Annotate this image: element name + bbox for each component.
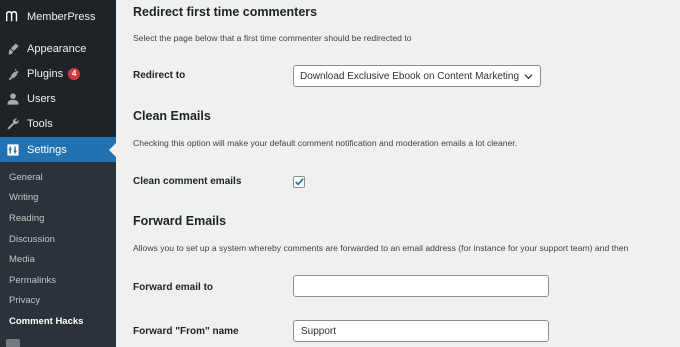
update-count-badge: 4 xyxy=(68,68,81,80)
submenu-item-reading[interactable]: Reading xyxy=(9,213,44,224)
sidebar-item-users[interactable]: Users xyxy=(0,87,116,111)
section-description-clean-emails: Checking this option will make your defa… xyxy=(133,138,518,148)
submenu-item-comment-hacks[interactable]: Comment Hacks xyxy=(9,316,83,327)
sidebar-item-tools[interactable]: Tools xyxy=(0,112,116,136)
section-title-forward-emails: Forward Emails xyxy=(133,214,227,228)
redirect-page-selected: Download Exclusive Ebook on Content Mark… xyxy=(300,70,520,82)
wrench-icon xyxy=(6,117,20,131)
clean-comment-emails-checkbox[interactable] xyxy=(293,176,305,188)
settings-submenu: General Writing Reading Discussion Media… xyxy=(0,162,116,347)
sidebar-item-label: Appearance xyxy=(27,43,87,55)
redirect-page-select[interactable]: Download Exclusive Ebook on Content Mark… xyxy=(293,65,541,87)
settings-content: Redirect first time commenters Select th… xyxy=(116,0,680,347)
clean-comment-emails-label: Clean comment emails xyxy=(133,176,242,187)
forward-email-input[interactable] xyxy=(293,275,549,297)
submenu-item-media[interactable]: Media xyxy=(9,254,35,265)
section-title-clean-emails: Clean Emails xyxy=(133,109,211,123)
section-title-redirect: Redirect first time commenters xyxy=(133,5,318,19)
sidebar-brand-memberpress[interactable]: MemberPress xyxy=(0,5,116,29)
plugin-icon xyxy=(6,67,20,81)
section-description-redirect: Select the page below that a first time … xyxy=(133,33,412,43)
sidebar-item-label: Settings xyxy=(27,144,67,156)
submenu-item-general[interactable]: General xyxy=(9,172,43,183)
sidebar-item-appearance[interactable]: Appearance xyxy=(0,37,116,61)
submenu-item-privacy[interactable]: Privacy xyxy=(9,295,40,306)
sidebar-item-label: Users xyxy=(27,93,56,105)
chevron-down-icon xyxy=(524,74,533,80)
sidebar-item-label: Tools xyxy=(27,118,53,130)
admin-sidebar: MemberPress Appearance Plugins 4 Users T… xyxy=(0,0,116,347)
submenu-item-permalinks[interactable]: Permalinks xyxy=(9,275,56,286)
forward-from-name-label: Forward "From" name xyxy=(133,326,239,337)
sidebar-item-label: Plugins xyxy=(27,68,64,80)
settings-icon xyxy=(6,143,20,157)
submenu-item-writing[interactable]: Writing xyxy=(9,192,38,203)
redirect-to-label: Redirect to xyxy=(133,70,186,81)
sidebar-item-plugins[interactable]: Plugins 4 xyxy=(0,62,116,86)
forward-email-to-label: Forward email to xyxy=(133,282,214,293)
next-menu-icon xyxy=(6,339,20,347)
checkmark-icon xyxy=(295,178,304,186)
submenu-item-discussion[interactable]: Discussion xyxy=(9,234,55,245)
sidebar-brand-label: MemberPress xyxy=(27,11,96,23)
users-icon xyxy=(6,92,20,106)
forward-from-name-input[interactable]: Support xyxy=(293,320,549,342)
sidebar-item-settings[interactable]: Settings xyxy=(0,137,116,163)
paintbrush-icon xyxy=(6,42,20,56)
memberpress-logo-icon xyxy=(6,10,20,24)
section-description-forward-emails: Allows you to set up a system whereby co… xyxy=(133,243,629,253)
